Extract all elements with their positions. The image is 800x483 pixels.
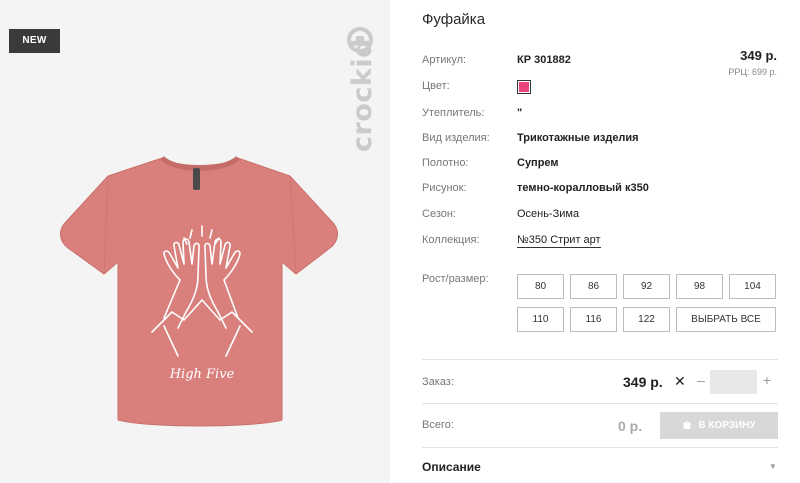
product-rrp: РРЦ: 699 р. [728,67,777,77]
size-option-110[interactable]: 110 [517,307,564,332]
quantity-input[interactable] [710,370,757,394]
divider [422,359,778,360]
spec-label-article: Артикул: [422,54,467,66]
spec-value-article: КР 301882 [517,54,571,66]
spec-label-color: Цвет: [422,80,450,92]
select-all-sizes-button[interactable]: ВЫБРАТЬ ВСЕ [676,307,776,332]
print-text: High Five [169,367,235,382]
size-option-116[interactable]: 116 [570,307,617,332]
add-to-cart-label: В КОРЗИНУ [698,420,756,431]
spec-label-fabric: Полотно: [422,157,469,169]
size-option-80[interactable]: 80 [517,274,564,299]
spec-label-type: Вид изделия: [422,132,490,144]
spec-value-type: Трикотажные изделия [517,132,639,144]
divider [422,403,778,404]
spec-value-fabric: Супрем [517,157,559,169]
add-to-cart-button[interactable]: В КОРЗИНУ [660,412,778,439]
order-price: 349 р. [623,374,663,390]
total-label: Всего: [422,419,454,431]
size-option-92[interactable]: 92 [623,274,670,299]
total-value: 0 р. [618,418,643,434]
quantity-plus-button[interactable]: + [760,372,774,388]
size-label: Рост/размер: [422,273,489,285]
spec-label-insulation: Утеплитель: [422,107,485,119]
size-option-98[interactable]: 98 [676,274,723,299]
spec-label-collection: Коллекция: [422,234,480,246]
collection-link[interactable]: №350 Стрит арт [517,234,601,248]
brand-logo: crockid [343,22,379,162]
spec-value-insulation: " [517,107,523,119]
description-toggle[interactable]: Описание [422,460,481,474]
brand-logo-text: crockid [347,38,378,152]
size-option-86[interactable]: 86 [570,274,617,299]
times-icon: ✕ [674,373,686,389]
new-badge: NEW [9,29,60,53]
chevron-down-icon[interactable]: ▼ [769,462,777,471]
tshirt-image: High Five [60,155,338,427]
product-price: 349 р. [740,48,777,63]
product-image-panel: NEW crockid High Five [0,0,390,483]
quantity-minus-button[interactable]: – [694,372,708,388]
divider [422,447,778,448]
product-title: Фуфайка [422,11,486,28]
color-swatch[interactable] [517,80,531,94]
spec-label-pattern: Рисунок: [422,182,467,194]
cart-icon [683,421,692,429]
collection-link-text[interactable]: №350 Стрит арт [517,234,601,248]
spec-value-pattern: темно-коралловый к350 [517,182,649,194]
order-label: Заказ: [422,376,454,388]
spec-value-season: Осень-Зима [517,208,580,220]
color-swatch-fill [519,82,529,92]
size-option-104[interactable]: 104 [729,274,776,299]
spec-label-season: Сезон: [422,208,456,220]
size-option-122[interactable]: 122 [623,307,670,332]
